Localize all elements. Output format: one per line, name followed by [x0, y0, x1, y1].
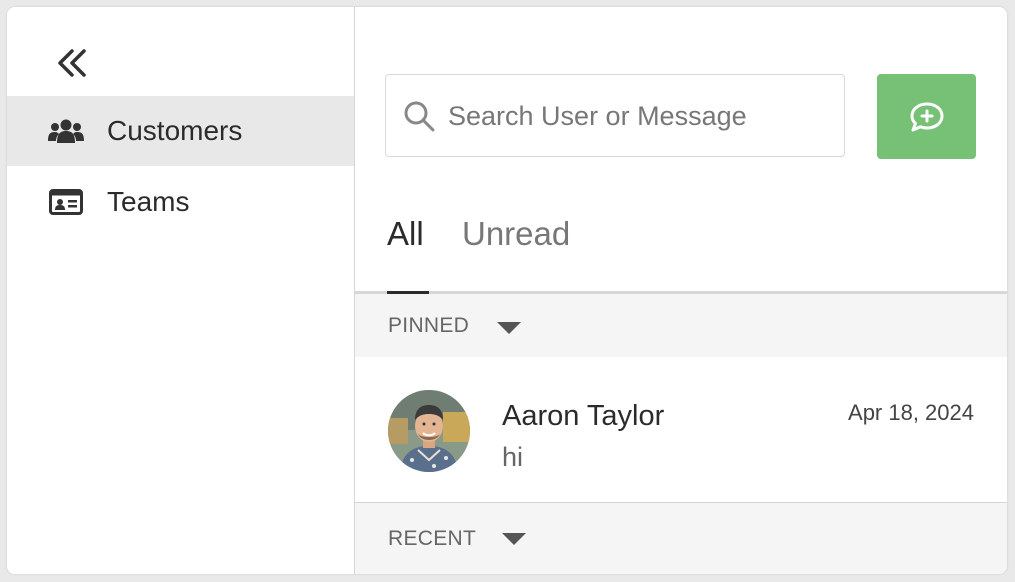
chat-plus-icon: [910, 102, 943, 131]
users-icon: [47, 116, 85, 146]
tab-all[interactable]: All: [387, 215, 424, 253]
avatar: [388, 390, 470, 472]
caret-down-icon: [502, 533, 526, 545]
section-label-pinned: PINNED: [388, 313, 470, 337]
tab-unread[interactable]: Unread: [462, 215, 570, 253]
new-chat-button[interactable]: [877, 74, 976, 159]
conversation-name: Aaron Taylor: [502, 400, 665, 432]
search-input[interactable]: [448, 95, 828, 137]
double-chevron-left-icon: [58, 49, 86, 77]
id-card-icon: [47, 187, 85, 217]
tab-bar: All Unread: [355, 207, 1007, 294]
app-window: Customers Teams Search User or Message A…: [7, 7, 1007, 574]
section-header-recent[interactable]: RECENT: [355, 503, 1007, 574]
sidebar: Customers Teams: [7, 7, 355, 574]
section-header-pinned[interactable]: PINNED: [355, 294, 1007, 357]
conversation-item[interactable]: Aaron Taylor hi Apr 18, 2024: [355, 357, 1007, 503]
search-icon: [404, 101, 435, 132]
sidebar-item-customers[interactable]: Customers: [7, 96, 354, 166]
conversation-panel: All Unread PINNED: [355, 7, 1007, 574]
conversation-date: Apr 18, 2024: [848, 400, 974, 425]
sidebar-item-label: Teams: [107, 186, 190, 217]
search-box[interactable]: [385, 74, 845, 157]
caret-down-icon: [497, 322, 521, 334]
collapse-sidebar-button[interactable]: [54, 45, 90, 81]
sidebar-item-teams[interactable]: Teams: [7, 167, 354, 237]
conversation-last-message: hi: [502, 442, 524, 472]
section-label-recent: RECENT: [388, 526, 477, 550]
sidebar-item-label: Customers: [107, 115, 243, 146]
